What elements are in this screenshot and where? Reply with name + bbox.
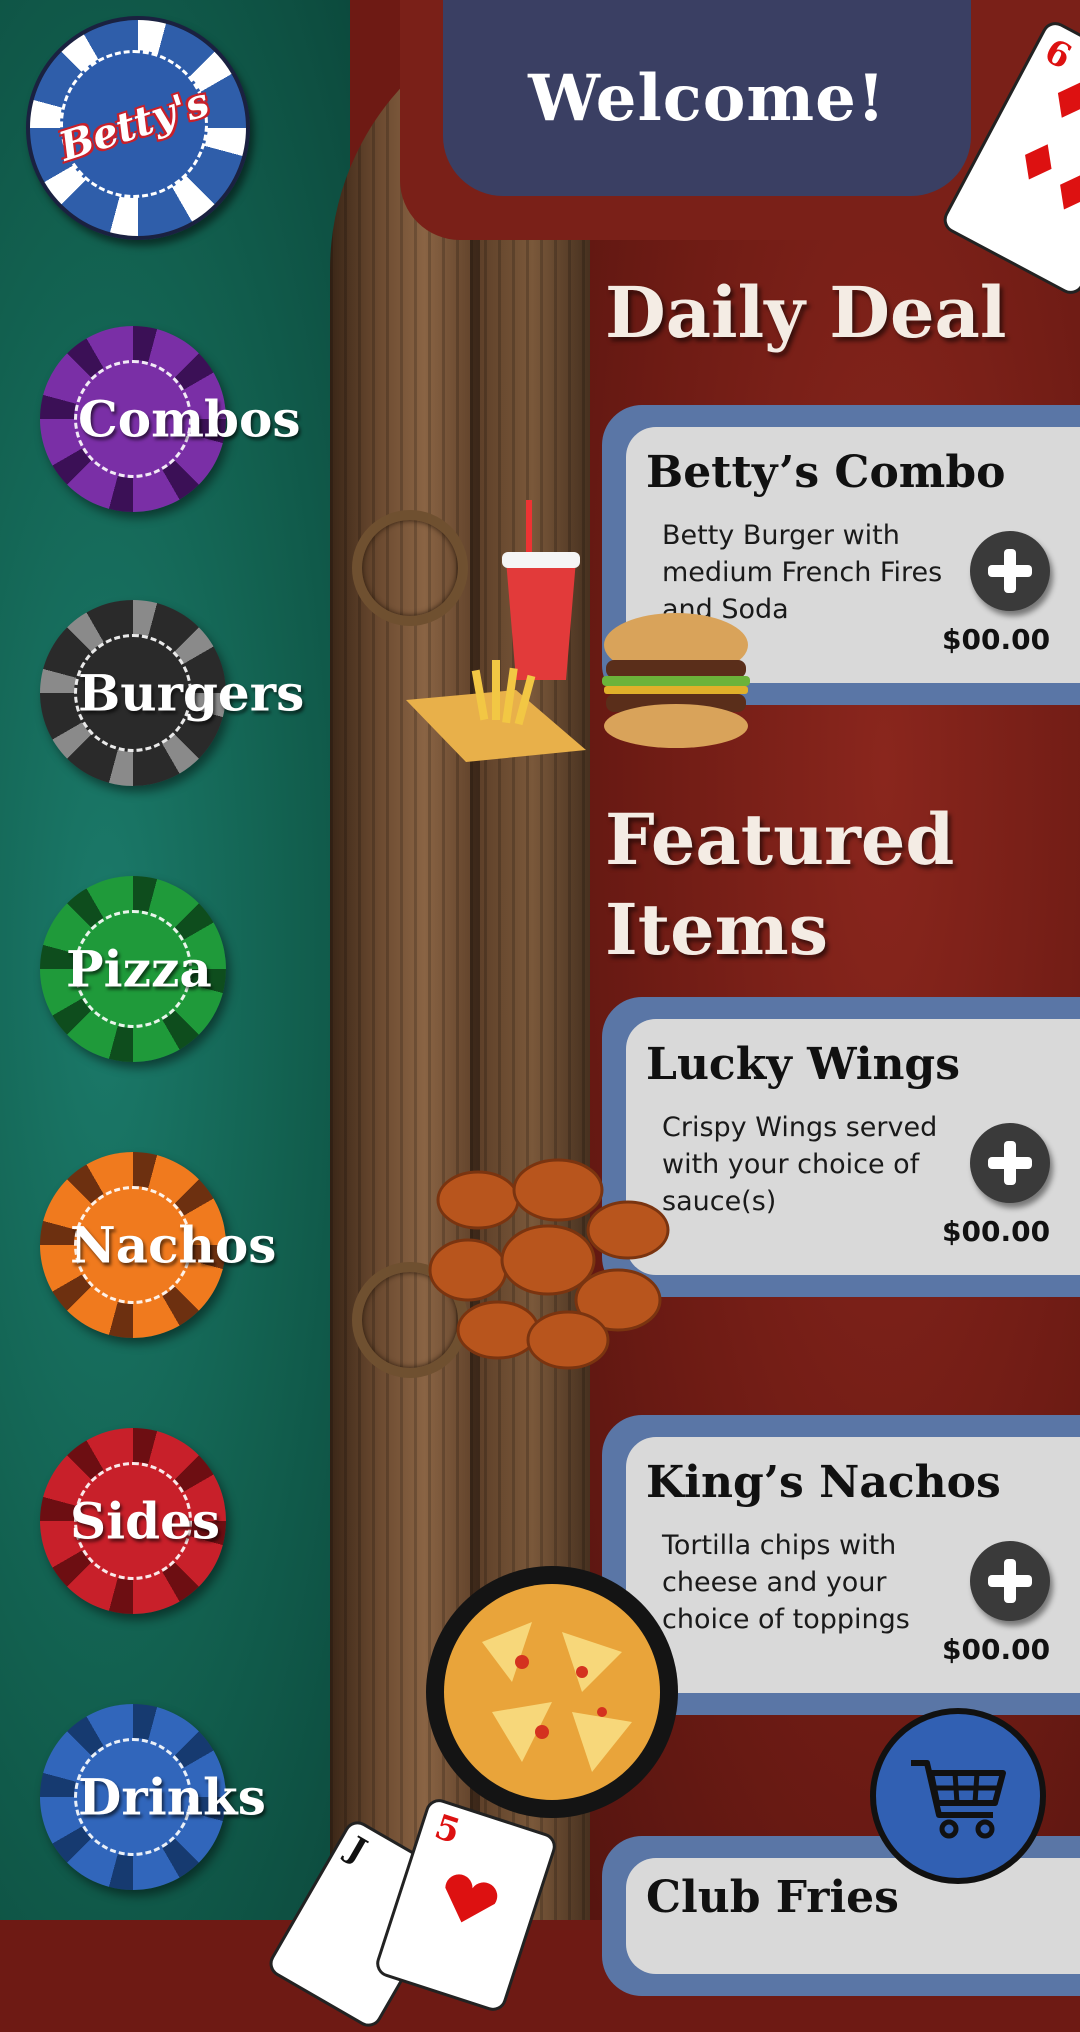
item-description: Crispy Wings served with your choice of … [662, 1112, 938, 1217]
add-to-cart-button[interactable] [970, 1123, 1050, 1203]
bettys-logo: Betty's [26, 16, 250, 240]
card-rank: 5 [429, 1806, 465, 1853]
item-name: King’s Nachos [646, 1457, 1001, 1508]
category-label: Pizza [66, 939, 212, 999]
category-combos[interactable]: Combos [40, 326, 301, 512]
logo-text: Betty's [53, 77, 215, 171]
featured-heading-line2: Items [605, 888, 829, 971]
category-sides[interactable]: Sides [40, 1428, 226, 1614]
add-to-cart-button[interactable] [970, 531, 1050, 611]
category-label: Nachos [70, 1215, 277, 1275]
category-label: Burgers [78, 663, 305, 723]
nachos-food-image [426, 1566, 678, 1818]
item-name: Betty’s Combo [646, 447, 1006, 498]
item-price: $00.00 [942, 1215, 1051, 1248]
heart-suit-icon [445, 1874, 498, 1923]
category-pizza[interactable]: Pizza [40, 876, 226, 1062]
featured-heading-line1: Featured [605, 798, 955, 881]
category-label: Drinks [78, 1767, 266, 1827]
category-burgers[interactable]: Burgers [40, 600, 304, 786]
item-name: Lucky Wings [646, 1039, 960, 1090]
category-label: Combos [78, 389, 301, 449]
item-description: Tortilla chips with cheese and your choi… [662, 1530, 910, 1635]
item-card-body: Lucky Wings Crispy Wings served with you… [626, 1019, 1080, 1275]
daily-deal-heading: Daily Deal [605, 271, 1007, 354]
shopping-cart-icon [911, 1760, 1006, 1839]
plus-icon [988, 1559, 1032, 1603]
add-to-cart-button[interactable] [970, 1541, 1050, 1621]
logo-inner: Betty's [53, 50, 215, 198]
welcome-title: Welcome! [528, 60, 886, 136]
plus-icon [988, 549, 1032, 593]
combo-food-image [406, 500, 750, 762]
item-price: $00.00 [942, 1633, 1051, 1666]
category-label: Sides [70, 1491, 221, 1551]
item-card-body: King’s Nachos Tortilla chips with cheese… [626, 1437, 1080, 1693]
cart-button[interactable] [870, 1708, 1046, 1884]
category-drinks[interactable]: Drinks [40, 1704, 266, 1890]
item-card-body: Club Fries [626, 1858, 1080, 1974]
category-nachos[interactable]: Nachos [40, 1152, 276, 1338]
item-name: Club Fries [646, 1872, 899, 1923]
welcome-header: Welcome! [443, 0, 971, 196]
item-price: $00.00 [942, 623, 1051, 656]
plus-icon [988, 1141, 1032, 1185]
card-rank: J [341, 1828, 374, 1870]
wings-food-image [428, 1158, 670, 1370]
